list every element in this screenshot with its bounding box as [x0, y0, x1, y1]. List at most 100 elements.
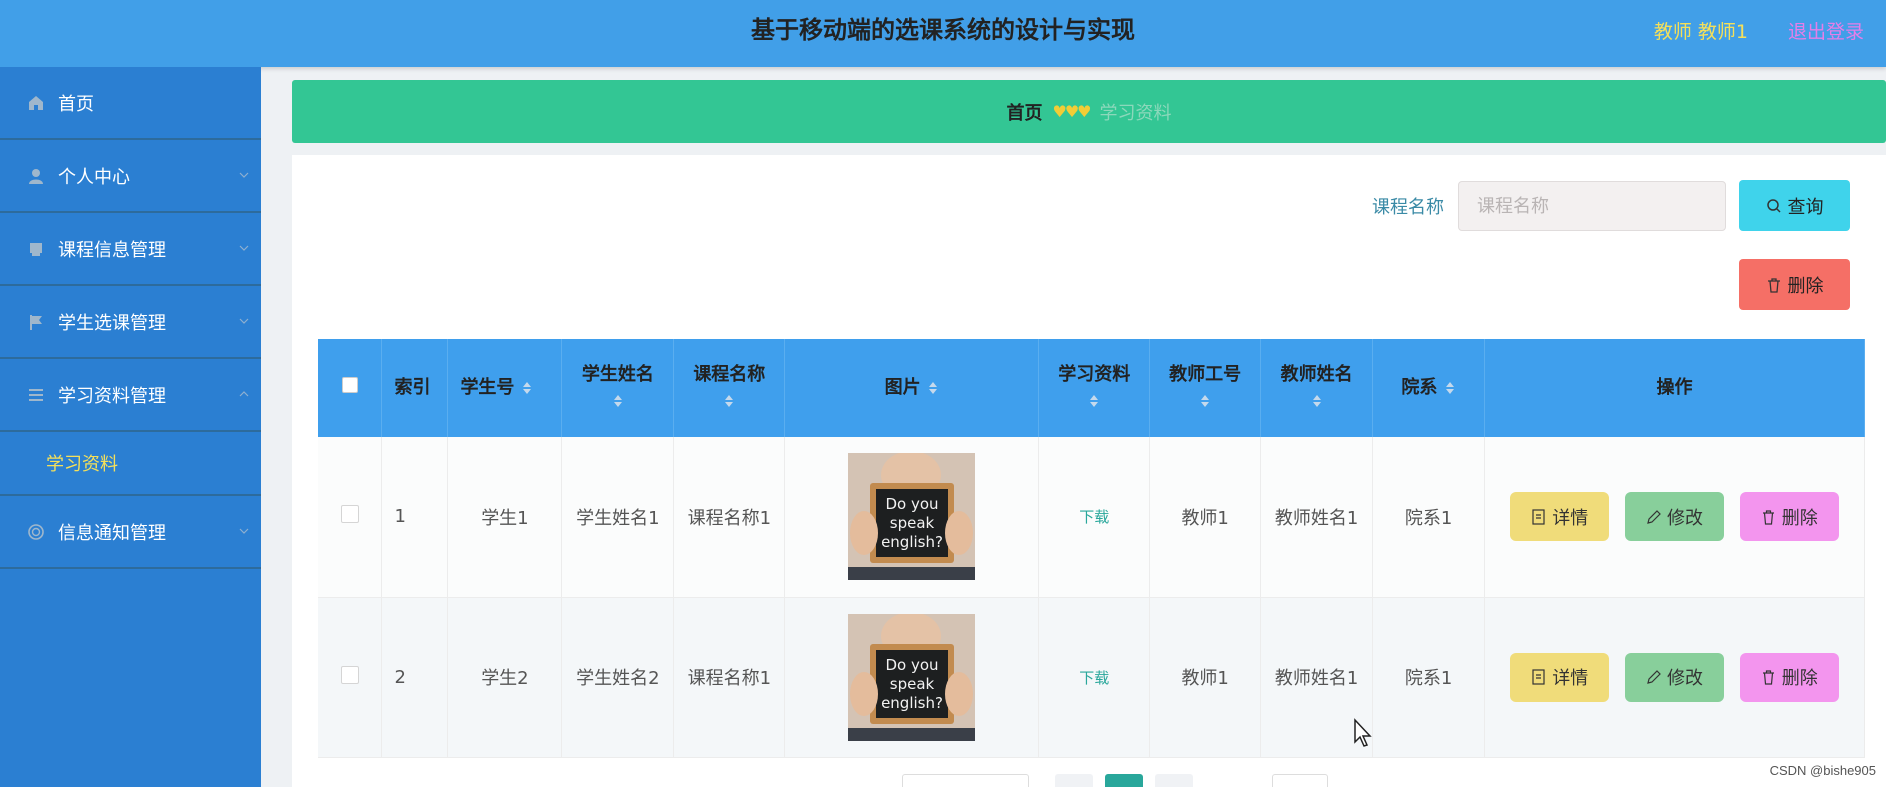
course-name-search-input[interactable] — [1458, 181, 1726, 231]
sort-icon — [928, 382, 937, 394]
detail-button[interactable]: 详情 — [1510, 492, 1610, 542]
thumbnail-caption-line3: english? — [881, 694, 943, 712]
chevron-down-icon — [239, 172, 249, 178]
sidebar-item-label: 学生选课管理 — [58, 312, 166, 334]
row-delete-label: 删除 — [1781, 507, 1818, 529]
batch-delete-button[interactable]: 删除 — [1739, 259, 1850, 310]
download-link[interactable]: 下载 — [1079, 669, 1109, 687]
breadcrumb-home[interactable]: 首页 — [1006, 99, 1042, 125]
sidebar-item-home[interactable]: 首页 — [0, 67, 261, 140]
cell-material: 下载 — [1038, 437, 1151, 598]
row-delete-label: 删除 — [1781, 668, 1818, 689]
col-course-name[interactable]: 课程名称 — [673, 339, 786, 437]
cell-actions: 详情 修改 删除 — [1484, 437, 1865, 598]
mouse-cursor-icon — [1354, 718, 1372, 747]
chevron-up-icon — [239, 391, 249, 397]
sidebar: 首页 个人中心 课程信息管理 学生选课管理 学习资料管理 学习资料 信息通知管理 — [0, 67, 261, 787]
material-thumbnail[interactable]: Do you speak english? — [848, 453, 976, 581]
sort-icon — [1090, 395, 1099, 407]
sort-icon — [522, 382, 531, 394]
batch-delete-label: 删除 — [1787, 275, 1824, 297]
sidebar-item-label: 首页 — [58, 93, 94, 115]
col-label: 课程名称 — [693, 364, 766, 385]
cell-dept: 院系1 — [1372, 597, 1486, 758]
col-label: 教师姓名 — [1280, 364, 1353, 385]
sidebar-item-profile[interactable]: 个人中心 — [0, 140, 261, 213]
sidebar-item-label: 信息通知管理 — [58, 522, 166, 544]
sort-icon — [1201, 395, 1210, 407]
detail-button[interactable]: 详情 — [1510, 652, 1610, 702]
download-link[interactable]: 下载 — [1079, 508, 1109, 526]
cell-student-name: 学生姓名1 — [561, 437, 675, 598]
sort-icon — [1312, 395, 1321, 407]
pagination — [0, 773, 1886, 787]
materials-table: 索引 学生号 学生姓名 课程名称 图片 学习资料 教师工号 教师姓名 院系 操作… — [318, 339, 1865, 758]
row-checkbox[interactable] — [318, 597, 383, 758]
next-page-button[interactable] — [1155, 774, 1193, 787]
detail-label: 详情 — [1552, 507, 1589, 529]
sidebar-item-notifications[interactable]: 信息通知管理 — [0, 496, 261, 569]
col-actions: 操作 — [1484, 339, 1865, 437]
cell-course: 课程名称1 — [673, 437, 786, 598]
col-label: 图片 — [884, 377, 921, 398]
chevron-down-icon — [239, 528, 249, 534]
home-icon — [26, 93, 46, 113]
logout-link[interactable]: 退出登录 — [1788, 17, 1864, 44]
cell-image: Do you speak english? — [784, 437, 1040, 598]
sidebar-item-label: 课程信息管理 — [58, 239, 166, 261]
page-size-select[interactable] — [902, 774, 1029, 787]
sidebar-item-materials[interactable]: 学习资料管理 — [0, 359, 261, 432]
sidebar-item-course-selection[interactable]: 学生选课管理 — [0, 286, 261, 359]
col-dept[interactable]: 院系 — [1372, 339, 1486, 437]
user-icon — [26, 166, 46, 186]
cell-actions: 详情 修改 删除 — [1484, 597, 1865, 758]
col-teacher-no[interactable]: 教师工号 — [1149, 339, 1262, 437]
col-index: 索引 — [381, 339, 449, 437]
cell-dept: 院系1 — [1372, 437, 1486, 598]
table-row: 1 学生1 学生姓名1 课程名称1 Do you speak english? … — [318, 437, 1865, 598]
app-title: 基于移动端的选课系统的设计与实现 — [751, 16, 1135, 44]
thumbnail-caption-line2: speak — [890, 675, 935, 693]
cell-course: 课程名称1 — [673, 597, 786, 758]
sidebar-item-course-info[interactable]: 课程信息管理 — [0, 213, 261, 286]
cell-image: Do you speak english? — [784, 597, 1040, 758]
document-icon — [1531, 509, 1546, 525]
pencil-icon — [1646, 669, 1661, 685]
cell-material: 下载 — [1038, 597, 1151, 758]
col-label: 学习资料 — [1058, 364, 1131, 385]
thumbnail-caption-line1: Do you — [886, 495, 939, 513]
row-delete-button[interactable]: 删除 — [1739, 492, 1839, 542]
col-student-no[interactable]: 学生号 — [447, 339, 563, 437]
breadcrumb-current: 学习资料 — [1099, 102, 1172, 124]
material-thumbnail[interactable]: Do you speak english? — [848, 613, 976, 741]
edit-button[interactable]: 修改 — [1625, 492, 1725, 542]
row-checkbox[interactable] — [318, 437, 383, 598]
query-button[interactable]: 查询 — [1739, 180, 1850, 231]
thumbnail-caption-line3: english? — [881, 533, 943, 551]
cell-student-name: 学生姓名2 — [561, 597, 675, 758]
flag-icon — [26, 312, 46, 332]
top-header: 基于移动端的选课系统的设计与实现 教师 教师1 退出登录 — [0, 0, 1886, 67]
col-label: 院系 — [1401, 377, 1438, 398]
select-all-checkbox[interactable] — [318, 339, 383, 437]
sidebar-subitem-materials[interactable]: 学习资料 — [0, 432, 261, 496]
col-teacher-name[interactable]: 教师姓名 — [1260, 339, 1374, 437]
col-image[interactable]: 图片 — [784, 339, 1040, 437]
document-icon — [1531, 669, 1546, 685]
col-material[interactable]: 学习资料 — [1038, 339, 1151, 437]
edit-button[interactable]: 修改 — [1625, 652, 1725, 702]
sort-icon — [725, 395, 734, 407]
heart-separator-icon: ♥♥♥ — [1052, 102, 1091, 121]
col-student-name[interactable]: 学生姓名 — [561, 339, 675, 437]
cell-teacher-name: 教师姓名1 — [1260, 437, 1374, 598]
search-icon — [1766, 198, 1782, 214]
col-label: 教师工号 — [1169, 364, 1242, 385]
prev-page-button[interactable] — [1055, 774, 1093, 787]
current-page-button[interactable] — [1105, 774, 1143, 787]
cell-index: 2 — [381, 597, 449, 758]
list-icon — [26, 385, 46, 405]
table-header-row: 索引 学生号 学生姓名 课程名称 图片 学习资料 教师工号 教师姓名 院系 操作 — [318, 339, 1865, 437]
goto-page-input[interactable] — [1272, 774, 1328, 787]
pencil-icon — [1646, 509, 1661, 525]
row-delete-button[interactable]: 删除 — [1739, 652, 1839, 702]
